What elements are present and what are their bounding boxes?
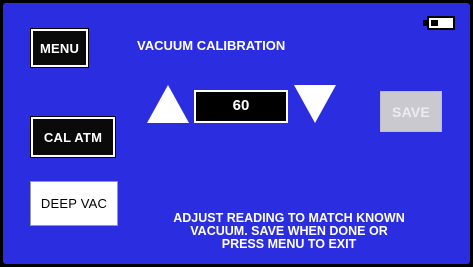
page-title: VACUUM CALIBRATION (137, 38, 286, 53)
decrease-arrow-icon[interactable] (294, 85, 336, 123)
increase-arrow-icon[interactable] (147, 85, 189, 123)
battery-icon (427, 16, 455, 30)
save-button[interactable]: SAVE (380, 91, 442, 132)
cal-atm-button[interactable]: CAL ATM (30, 116, 116, 158)
instructions-line: PRESS MENU TO EXIT (221, 237, 357, 251)
instructions-text: ADJUST READING TO MATCH KNOWN VACUUM. SA… (141, 212, 437, 251)
calibration-value-display: 60 (194, 90, 288, 123)
menu-button[interactable]: MENU (30, 28, 89, 68)
deep-vac-button[interactable]: DEEP VAC (30, 181, 118, 226)
calibration-screen: MENU VACUUM CALIBRATION 60 SAVE CAL ATM … (0, 0, 473, 267)
battery-level-fill (431, 20, 438, 26)
